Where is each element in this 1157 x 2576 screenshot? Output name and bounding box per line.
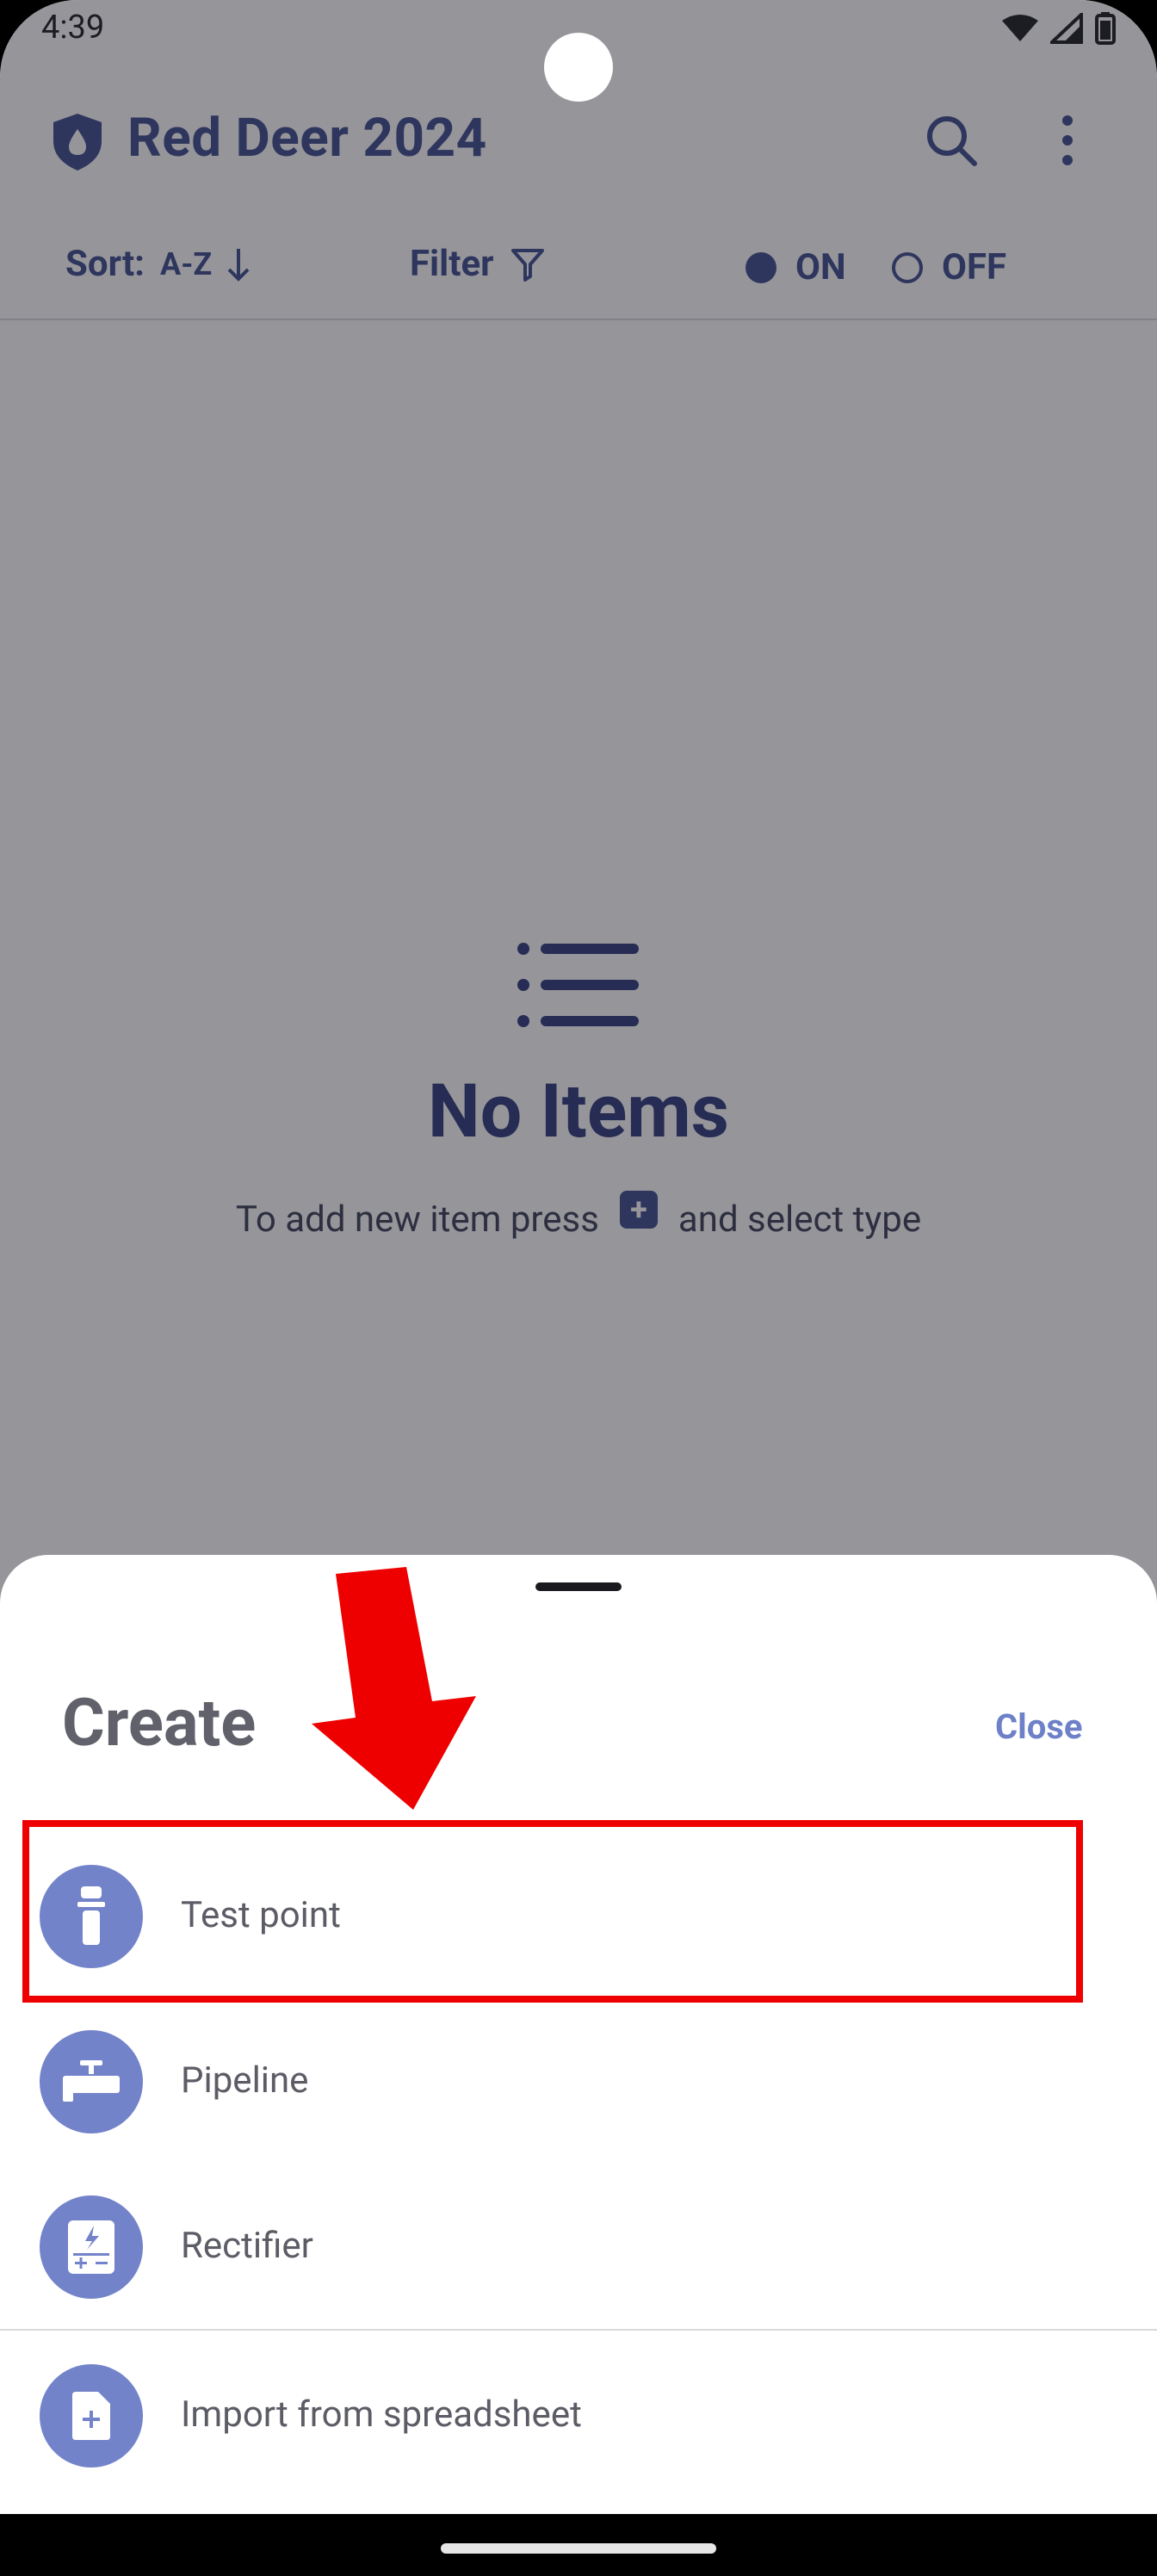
create-item-label: Rectifier	[181, 2225, 313, 2267]
drag-handle[interactable]	[535, 1582, 622, 1591]
sheet-title: Create	[62, 1684, 257, 1762]
home-gesture-pill[interactable]	[441, 2543, 716, 2554]
gesture-nav-bar	[0, 2514, 1157, 2576]
pipeline-icon	[40, 2030, 143, 2133]
rectifier-icon	[40, 2195, 143, 2299]
create-item-pipeline[interactable]: Pipeline	[0, 1999, 1157, 2163]
file-add-icon	[40, 2364, 143, 2468]
annotation-highlight-box	[22, 1820, 1083, 2003]
create-item-rectifier[interactable]: Rectifier	[0, 2164, 1157, 2328]
close-button[interactable]: Close	[995, 1706, 1082, 1747]
create-item-label: Import from spreadsheet	[181, 2393, 582, 2436]
import-from-spreadsheet[interactable]: Import from spreadsheet	[0, 2333, 1157, 2497]
create-item-label: Pipeline	[181, 2059, 309, 2102]
camera-cutout	[544, 33, 613, 102]
annotation-arrow-icon	[312, 1567, 476, 1810]
phone-screen: 4:39 Red Deer 2024 Sort: A-Z Filter ON O…	[0, 0, 1157, 2576]
sheet-divider	[0, 2329, 1157, 2331]
